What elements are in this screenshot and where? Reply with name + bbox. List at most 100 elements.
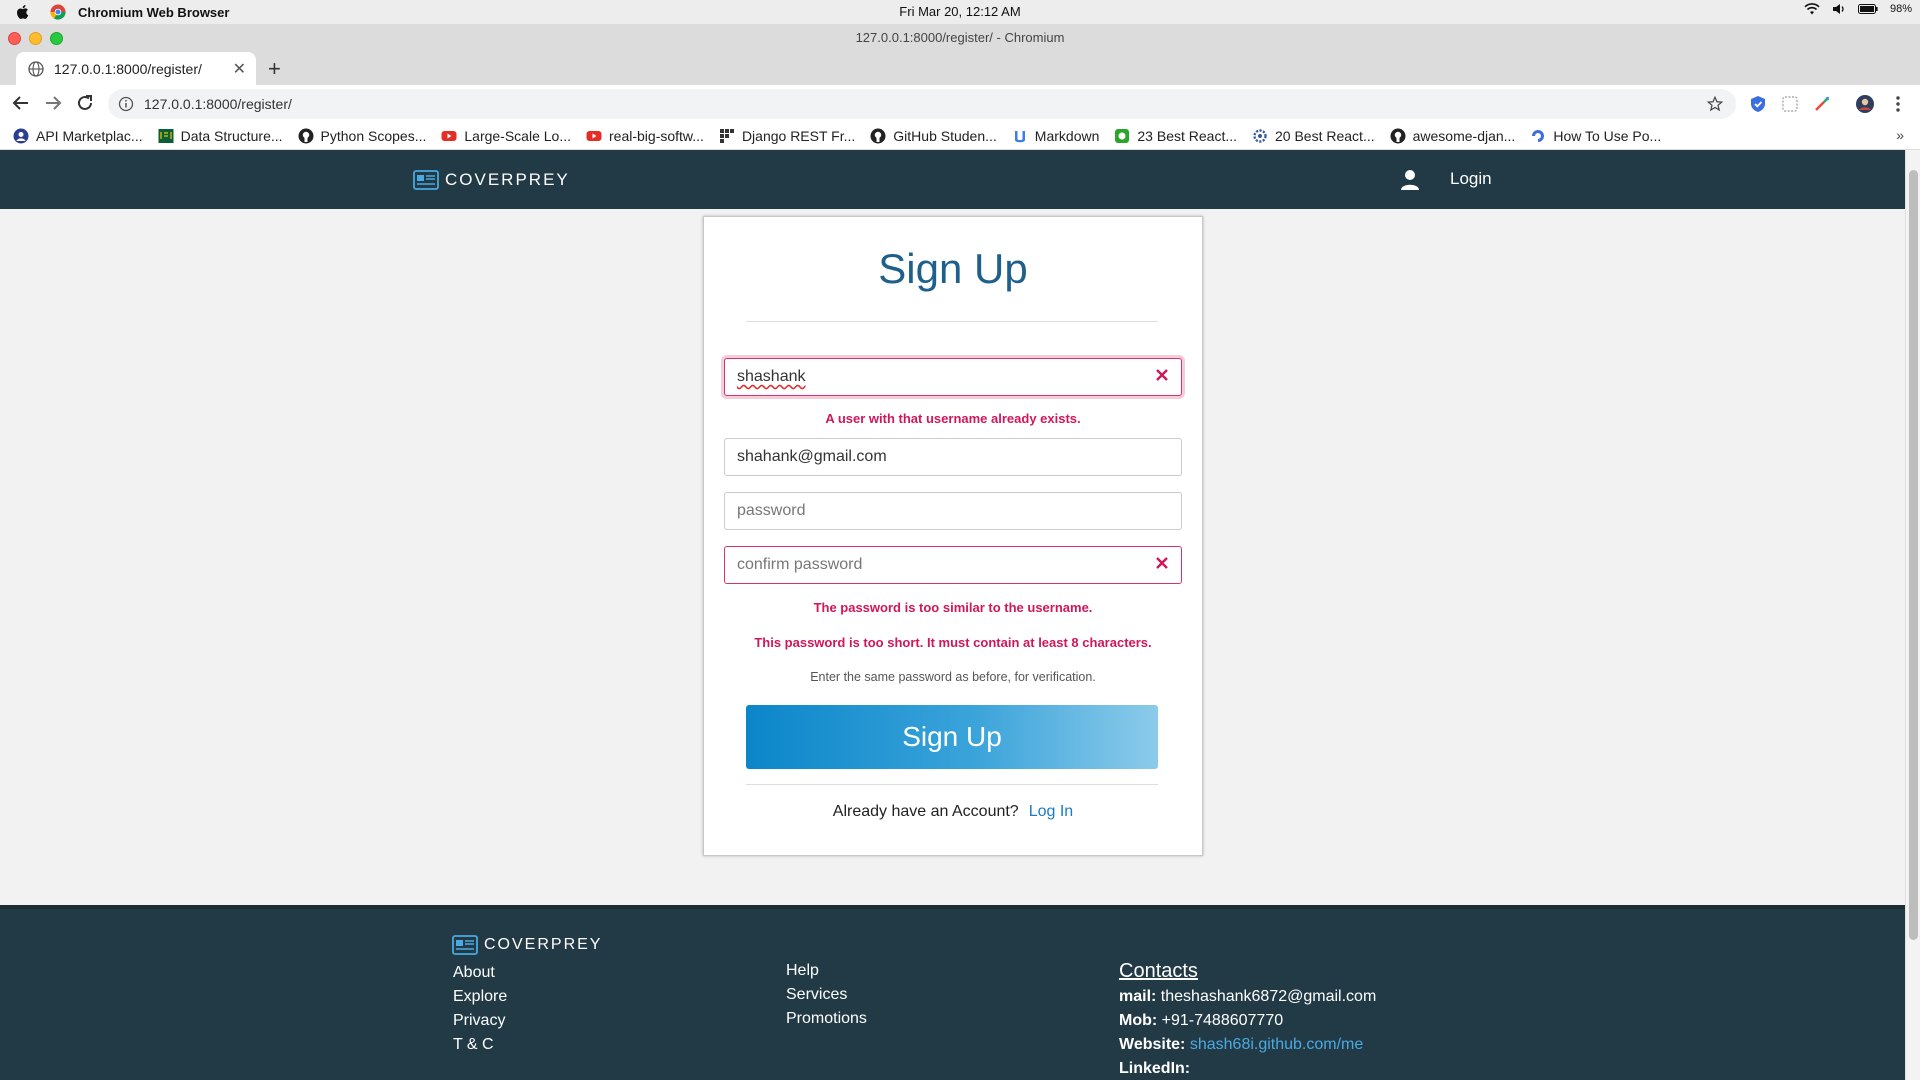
password-short-error: This password is too short. It must cont… bbox=[754, 635, 1152, 650]
contact-linkedin-row: LinkedIn: bbox=[1119, 1057, 1376, 1080]
footer-brand-name: COVERPREY bbox=[484, 936, 603, 953]
bookmark-item[interactable]: Django REST Fr... bbox=[719, 128, 855, 144]
close-tab-icon[interactable]: ✕ bbox=[233, 59, 246, 79]
error-x-icon bbox=[1156, 369, 1168, 381]
wifi-icon[interactable] bbox=[1804, 3, 1820, 15]
signup-card: Sign Up shashank A user with that userna… bbox=[703, 216, 1203, 856]
error-x-icon bbox=[1156, 557, 1168, 569]
footer-brand[interactable]: COVERPREY bbox=[452, 935, 602, 955]
username-input[interactable]: shashank bbox=[724, 358, 1182, 396]
bookmarks-overflow-chevron-icon[interactable]: » bbox=[1896, 127, 1904, 143]
window-titlebar: 127.0.0.1:8000/register/ - Chromium bbox=[0, 24, 1920, 52]
bookmark-label: Markdown bbox=[1034, 127, 1100, 144]
django-rest-icon bbox=[719, 128, 734, 143]
email-value: shahank@gmail.com bbox=[737, 448, 887, 465]
contact-mail-row: mail: theshashank6872@gmail.com bbox=[1119, 985, 1376, 1009]
newspaper-logo-icon bbox=[452, 935, 478, 955]
browser-toolbar: 127.0.0.1:8000/register/ bbox=[0, 85, 1920, 122]
back-button[interactable] bbox=[10, 92, 32, 114]
password-input[interactable]: password bbox=[724, 492, 1182, 530]
usf-icon bbox=[158, 128, 174, 143]
bookmark-item[interactable]: real-big-softw... bbox=[586, 128, 704, 144]
contact-mob-value: +91-7488607770 bbox=[1161, 1012, 1284, 1029]
footer-link-privacy[interactable]: Privacy bbox=[453, 1009, 507, 1033]
macos-menu-bar: Chromium Web Browser Fri Mar 20, 12:12 A… bbox=[0, 0, 1920, 24]
bookmark-label: 23 Best React... bbox=[1137, 127, 1237, 144]
address-bar[interactable]: 127.0.0.1:8000/register/ bbox=[108, 89, 1736, 119]
contact-website-label: Website: bbox=[1119, 1036, 1186, 1053]
footer-link-help[interactable]: Help bbox=[786, 959, 867, 983]
email-input[interactable]: shahank@gmail.com bbox=[724, 438, 1182, 476]
brand-name: COVERPREY bbox=[445, 170, 570, 189]
footer-link-terms[interactable]: T & C bbox=[453, 1033, 507, 1057]
login-link[interactable]: Log In bbox=[1029, 803, 1073, 820]
contact-website-link[interactable]: shash68i.github.com/me bbox=[1190, 1036, 1363, 1053]
page-scrollbar[interactable] bbox=[1905, 150, 1920, 1080]
bookmark-item[interactable]: Python Scopes... bbox=[298, 127, 427, 144]
bookmark-star-icon[interactable] bbox=[1706, 95, 1724, 113]
title-divider bbox=[746, 321, 1158, 322]
form-divider bbox=[746, 784, 1158, 785]
bookmark-item[interactable]: Data Structure... bbox=[158, 128, 283, 144]
active-app-name[interactable]: Chromium Web Browser bbox=[78, 5, 229, 20]
site-navbar: COVERPREY Login bbox=[0, 150, 1905, 209]
bookmark-label: awesome-djan... bbox=[1412, 127, 1516, 144]
footer-link-about[interactable]: About bbox=[453, 961, 507, 985]
password-placeholder: password bbox=[737, 502, 806, 519]
apple-icon[interactable] bbox=[14, 3, 32, 21]
bookmark-item[interactable]: 23 Best React... bbox=[1114, 128, 1237, 144]
bookmark-item[interactable]: Markdown bbox=[1012, 127, 1100, 144]
bookmark-label: Large-Scale Lo... bbox=[464, 127, 571, 144]
bookmark-label: Python Scopes... bbox=[320, 127, 427, 144]
already-account-text: Already have an Account? bbox=[832, 803, 1019, 820]
bookmark-label: GitHub Studen... bbox=[893, 127, 997, 144]
battery-icon[interactable] bbox=[1857, 4, 1878, 14]
footer-link-explore[interactable]: Explore bbox=[453, 985, 507, 1009]
bookmark-label: API Marketplac... bbox=[36, 127, 143, 144]
footer-link-promotions[interactable]: Promotions bbox=[786, 1007, 867, 1031]
bookmark-item[interactable]: 20 Best React... bbox=[1252, 128, 1375, 144]
color-picker-icon[interactable] bbox=[1812, 94, 1832, 114]
markdown-icon bbox=[1014, 130, 1025, 142]
extension-puzzle-icon[interactable] bbox=[1780, 94, 1800, 114]
contact-linkedin-label: LinkedIn: bbox=[1119, 1060, 1191, 1077]
arrow-right-icon bbox=[46, 96, 62, 110]
shield-extension-icon[interactable] bbox=[1748, 94, 1768, 114]
bookmark-item[interactable]: Large-Scale Lo... bbox=[441, 128, 571, 144]
bookmark-item[interactable]: awesome-djan... bbox=[1390, 127, 1516, 144]
window-title: 127.0.0.1:8000/register/ - Chromium bbox=[855, 30, 1065, 45]
confirm-password-input[interactable]: confirm password bbox=[724, 546, 1182, 584]
reload-button[interactable] bbox=[74, 92, 96, 114]
forward-button[interactable] bbox=[42, 92, 64, 114]
new-tab-button[interactable]: + bbox=[268, 56, 281, 82]
react-list-icon bbox=[1115, 128, 1130, 143]
more-vertical-icon[interactable] bbox=[1888, 94, 1908, 114]
digitalocean-icon bbox=[1532, 129, 1545, 142]
username-error: A user with that username already exists… bbox=[825, 411, 1081, 426]
site-footer: COVERPREY About Explore Privacy T & C He… bbox=[0, 905, 1905, 1080]
bookmark-item[interactable]: How To Use Po... bbox=[1530, 128, 1661, 144]
tab-register[interactable]: 127.0.0.1:8000/register/ ✕ bbox=[16, 52, 256, 85]
info-icon[interactable] bbox=[118, 96, 134, 112]
profile-avatar-icon[interactable] bbox=[1855, 94, 1875, 114]
youtube-icon bbox=[586, 130, 602, 141]
url-text: 127.0.0.1:8000/register/ bbox=[144, 96, 292, 112]
user-icon[interactable] bbox=[1400, 169, 1420, 191]
bookmark-label: How To Use Po... bbox=[1553, 127, 1662, 144]
footer-links-col1: About Explore Privacy T & C bbox=[453, 961, 507, 1057]
page-viewport: COVERPREY Login Sign Up shashank A user … bbox=[0, 150, 1905, 1080]
signup-title: Sign Up bbox=[878, 245, 1028, 292]
brand-link[interactable]: COVERPREY bbox=[413, 170, 570, 190]
scrollbar-thumb[interactable] bbox=[1909, 170, 1918, 940]
rapidapi-icon bbox=[13, 128, 29, 143]
github-icon bbox=[870, 128, 886, 143]
bookmark-item[interactable]: GitHub Studen... bbox=[870, 128, 997, 144]
footer-link-services[interactable]: Services bbox=[786, 983, 867, 1007]
bookmark-item[interactable]: API Marketplac... bbox=[13, 128, 143, 144]
nav-login-link[interactable]: Login bbox=[1450, 169, 1492, 189]
chromium-logo-icon bbox=[50, 4, 66, 20]
contacts-heading: Contacts bbox=[1119, 960, 1198, 982]
volume-icon[interactable] bbox=[1832, 3, 1846, 15]
github-icon bbox=[298, 128, 314, 143]
signup-submit-button[interactable]: Sign Up bbox=[746, 705, 1158, 769]
